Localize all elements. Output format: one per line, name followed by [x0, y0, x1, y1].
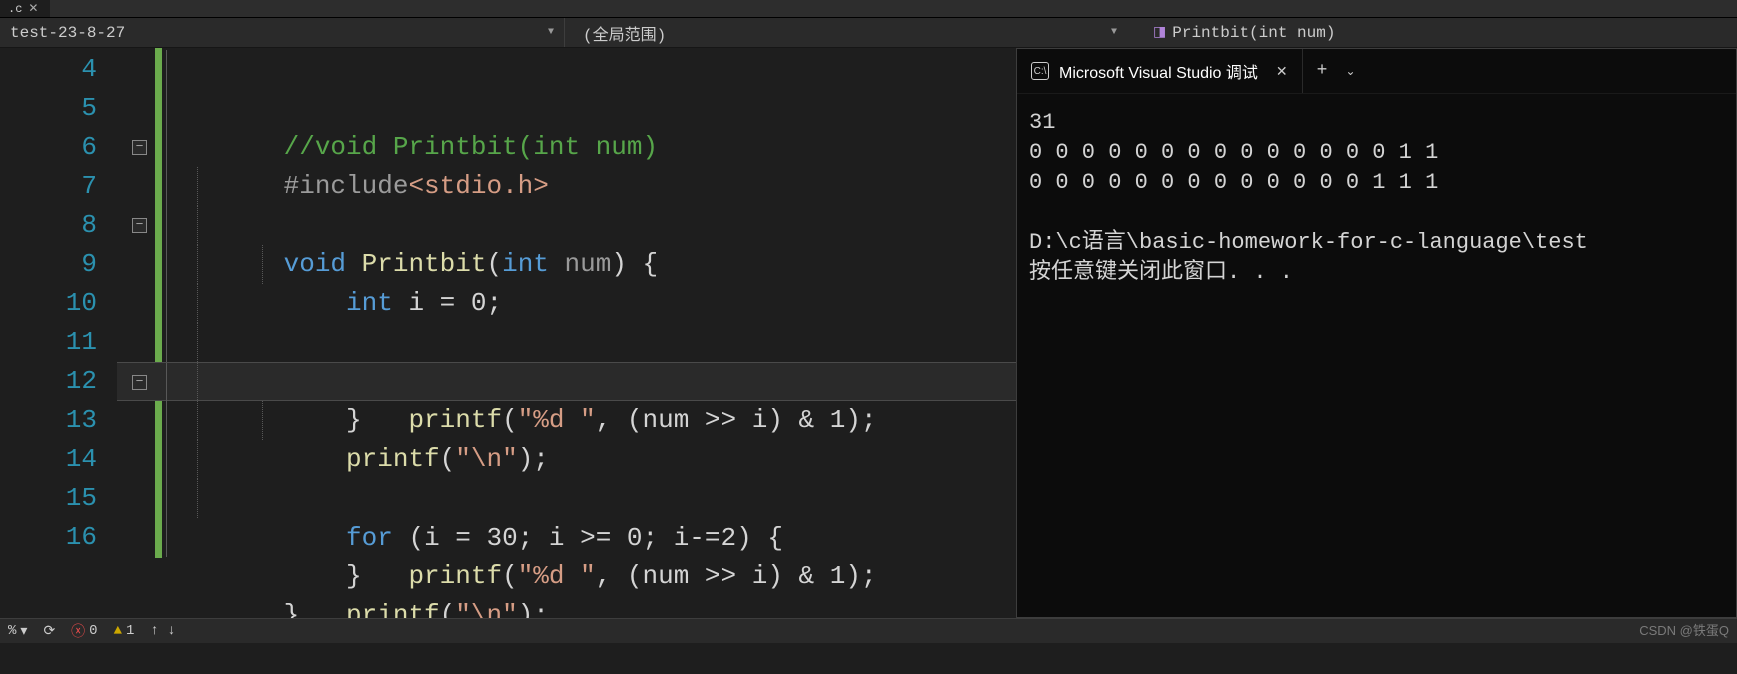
zoom-indicator[interactable]: % ▾: [8, 623, 27, 640]
line-number: 4: [0, 50, 97, 89]
chevron-down-icon: ▼: [1111, 27, 1117, 38]
error-icon: ⓧ: [71, 621, 85, 641]
line-number: 9: [0, 245, 97, 284]
line-number: 15: [0, 479, 97, 518]
debug-console-window: C:\ Microsoft Visual Studio 调试 ✕ + ⌄ 31 …: [1016, 48, 1737, 618]
line-number: 13: [0, 401, 97, 440]
close-icon[interactable]: ✕: [28, 1, 38, 16]
close-icon[interactable]: ✕: [1268, 63, 1288, 80]
symbol-dropdown[interactable]: ◨ Printbit(int num): [1135, 18, 1737, 47]
sync-icon[interactable]: ⟳: [43, 623, 55, 640]
console-tab[interactable]: C:\ Microsoft Visual Studio 调试 ✕: [1017, 49, 1303, 93]
error-count[interactable]: ⓧ0: [71, 621, 97, 641]
console-output[interactable]: 31 0 0 0 0 0 0 0 0 0 0 0 0 0 0 1 1 0 0 0…: [1017, 94, 1736, 302]
project-dropdown-label: test-23-8-27: [10, 24, 125, 42]
chevron-down-icon: ▼: [548, 27, 554, 38]
line-number: 11: [0, 323, 97, 362]
line-number: 12: [0, 362, 97, 401]
method-icon: ◨: [1153, 24, 1166, 41]
console-titlebar[interactable]: C:\ Microsoft Visual Studio 调试 ✕ + ⌄: [1017, 49, 1736, 94]
scope-dropdown-label: (全局范围): [583, 21, 666, 45]
line-number: 5: [0, 89, 97, 128]
project-dropdown[interactable]: test-23-8-27 ▼: [0, 18, 565, 47]
fold-button[interactable]: −: [132, 140, 147, 155]
file-tab-label: .c: [8, 2, 22, 16]
console-icon: C:\: [1031, 62, 1049, 80]
chevron-down-icon[interactable]: ⌄: [1345, 64, 1355, 79]
navigation-bar: test-23-8-27 ▼ (全局范围) ▼ ◨ Printbit(int n…: [0, 18, 1737, 48]
warning-icon: ▲: [114, 623, 122, 639]
line-number: 10: [0, 284, 97, 323]
line-number: 6: [0, 128, 97, 167]
tab-bar: .c ✕: [0, 0, 1737, 18]
line-number: 7: [0, 167, 97, 206]
console-actions: + ⌄: [1303, 61, 1370, 81]
nav-arrows[interactable]: ↑ ↓: [150, 623, 175, 639]
line-number: 16: [0, 518, 97, 557]
line-number: 8: [0, 206, 97, 245]
fold-button[interactable]: −: [132, 218, 147, 233]
warning-count[interactable]: ▲1: [114, 623, 135, 639]
scope-dropdown[interactable]: (全局范围) ▼: [565, 18, 1135, 47]
status-bar: % ▾ ⟳ ⓧ0 ▲1 ↑ ↓: [0, 618, 1737, 643]
file-tab[interactable]: .c ✕: [0, 0, 50, 17]
symbol-dropdown-label: Printbit(int num): [1172, 24, 1335, 42]
console-tab-title: Microsoft Visual Studio 调试: [1059, 59, 1258, 83]
new-tab-button[interactable]: +: [1317, 61, 1328, 81]
line-number-gutter: 4 5 6 7 8 9 10 11 12 13 14 15 16: [0, 48, 117, 618]
watermark: CSDN @铁蛋Q: [1639, 620, 1729, 639]
fold-button[interactable]: −: [132, 375, 147, 390]
line-number: 14: [0, 440, 97, 479]
